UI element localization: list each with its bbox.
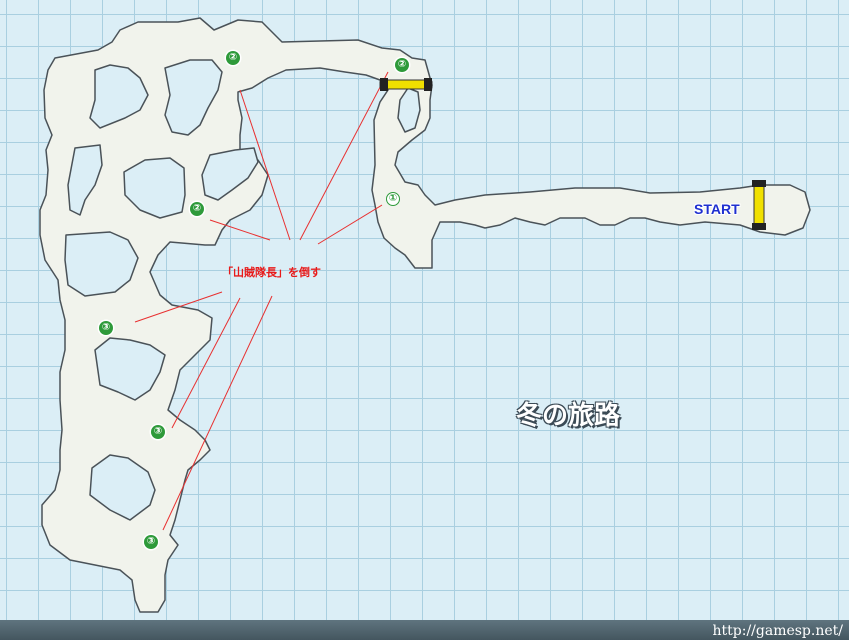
- gate-start: [752, 180, 766, 230]
- gate-top: [379, 78, 433, 91]
- footer-bar: http://gamesp.net/: [0, 620, 849, 640]
- marker-3-c: ③: [144, 535, 158, 549]
- marker-1: ①: [386, 192, 400, 206]
- start-label: START: [694, 201, 740, 217]
- map-title: 冬の旅路: [516, 401, 621, 431]
- pointer-line: [317, 204, 383, 245]
- marker-3-b: ③: [151, 425, 165, 439]
- marker-2-right: ②: [395, 58, 409, 72]
- footer-url: http://gamesp.net/: [712, 623, 844, 639]
- marker-3-a: ③: [99, 321, 113, 335]
- boss-objective-label: 「山賊隊長」を倒す: [222, 266, 321, 279]
- marker-2-top: ②: [226, 51, 240, 65]
- dungeon-map: [39, 17, 811, 613]
- marker-2-mid: ②: [190, 202, 204, 216]
